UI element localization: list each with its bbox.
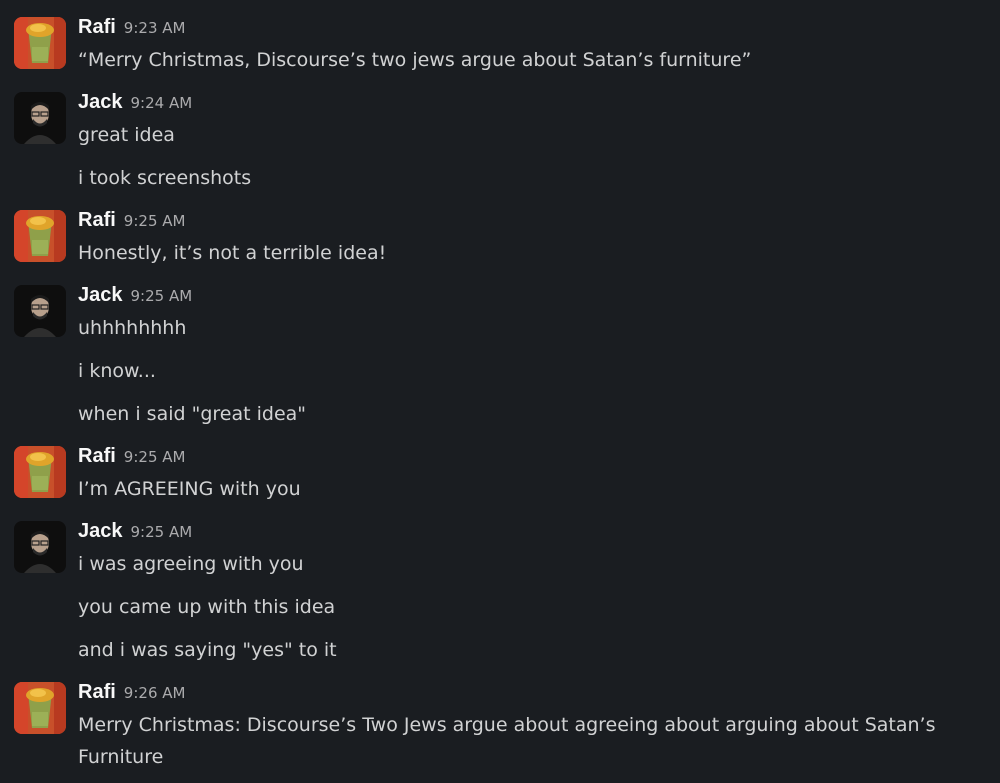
drink-photo-icon [14, 210, 66, 262]
timestamp[interactable]: 9:25 AM [124, 212, 186, 230]
timestamp[interactable]: 9:23 AM [124, 19, 186, 37]
timestamp[interactable]: 9:25 AM [131, 523, 193, 541]
author-name[interactable]: Rafi [78, 16, 116, 38]
message-text: i was agreeing with you [78, 553, 304, 575]
avatar[interactable] [14, 92, 66, 144]
message-text: when i said "great idea" [78, 403, 307, 425]
avatar[interactable] [14, 17, 66, 69]
avatar[interactable] [14, 285, 66, 337]
message-header: Rafi 9:25 AM [78, 209, 185, 232]
message-text: you came up with this idea [78, 596, 336, 618]
message-header: Jack 9:24 AM [78, 91, 192, 114]
message-text: and i was saying "yes" to it [78, 639, 337, 661]
message-header: Rafi 9:25 AM [78, 445, 185, 468]
avatar[interactable] [14, 446, 66, 498]
author-name[interactable]: Jack [78, 520, 123, 542]
avatar[interactable] [14, 521, 66, 573]
drink-photo-icon [14, 446, 66, 498]
author-name[interactable]: Jack [78, 91, 123, 113]
message-text: “Merry Christmas, Discourse’s two jews a… [78, 49, 752, 71]
message-header: Rafi 9:23 AM [78, 16, 185, 39]
person-photo-icon [14, 92, 66, 144]
message-text: i took screenshots [78, 167, 252, 189]
author-name[interactable]: Jack [78, 284, 123, 306]
message-text: I’m AGREEING with you [78, 478, 301, 500]
drink-photo-icon [14, 682, 66, 734]
message-text: i know... [78, 360, 156, 382]
author-name[interactable]: Rafi [78, 209, 116, 231]
message-header: Jack 9:25 AM [78, 284, 192, 307]
author-name[interactable]: Rafi [78, 445, 116, 467]
message-text: Honestly, it’s not a terrible idea! [78, 242, 387, 264]
avatar[interactable] [14, 210, 66, 262]
person-photo-icon [14, 521, 66, 573]
timestamp[interactable]: 9:25 AM [124, 448, 186, 466]
author-name[interactable]: Rafi [78, 681, 116, 703]
timestamp[interactable]: 9:26 AM [124, 684, 186, 702]
message-text: uhhhhhhhh [78, 317, 187, 339]
message-header: Rafi 9:26 AM [78, 681, 185, 704]
avatar[interactable] [14, 682, 66, 734]
timestamp[interactable]: 9:25 AM [131, 287, 193, 305]
message-text: Merry Christmas: Discourse’s Two Jews ar… [78, 714, 936, 768]
timestamp[interactable]: 9:24 AM [131, 94, 193, 112]
message-header: Jack 9:25 AM [78, 520, 192, 543]
message-text: great idea [78, 124, 175, 146]
drink-photo-icon [14, 17, 66, 69]
person-photo-icon [14, 285, 66, 337]
